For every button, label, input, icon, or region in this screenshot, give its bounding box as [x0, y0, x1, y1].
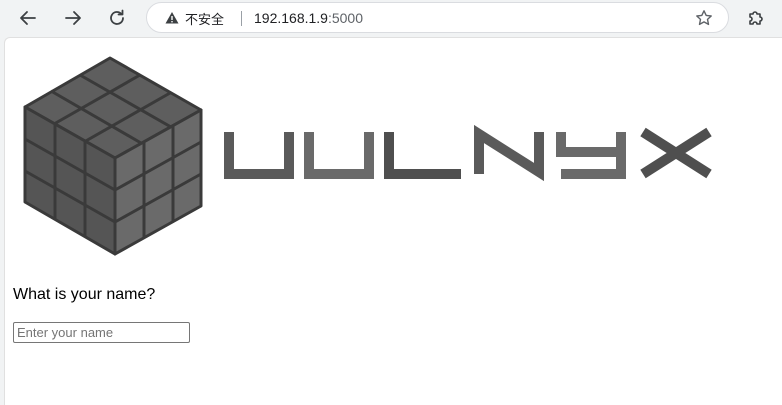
url-text[interactable]: 192.168.1.9:5000 — [254, 10, 363, 26]
security-label: 不安全 — [185, 12, 225, 28]
name-input[interactable] — [13, 322, 190, 343]
vulnyx-wordmark — [224, 124, 712, 182]
url-port: :5000 — [327, 10, 364, 26]
puzzle-icon[interactable] — [746, 8, 766, 28]
name-question: What is your name? — [13, 286, 156, 303]
warning-icon — [165, 12, 179, 24]
vulnyx-logo — [23, 56, 712, 256]
address-bar[interactable]: 不安全 192.168.1.9:5000 — [146, 2, 729, 33]
star-icon[interactable] — [695, 9, 713, 27]
arrow-left-icon — [20, 11, 36, 25]
back-button[interactable] — [13, 3, 43, 33]
omnibox-divider — [241, 11, 242, 26]
forward-button[interactable] — [58, 3, 88, 33]
page-content: What is your name? — [4, 37, 782, 405]
security-indicator[interactable]: 不安全 — [165, 9, 225, 28]
arrow-right-icon — [65, 11, 81, 25]
reload-icon — [110, 9, 124, 25]
cube-icon — [23, 56, 203, 256]
url-host: 192.168.1.9 — [254, 10, 328, 26]
reload-button[interactable] — [102, 3, 132, 33]
browser-toolbar: 不安全 192.168.1.9:5000 — [0, 0, 782, 36]
